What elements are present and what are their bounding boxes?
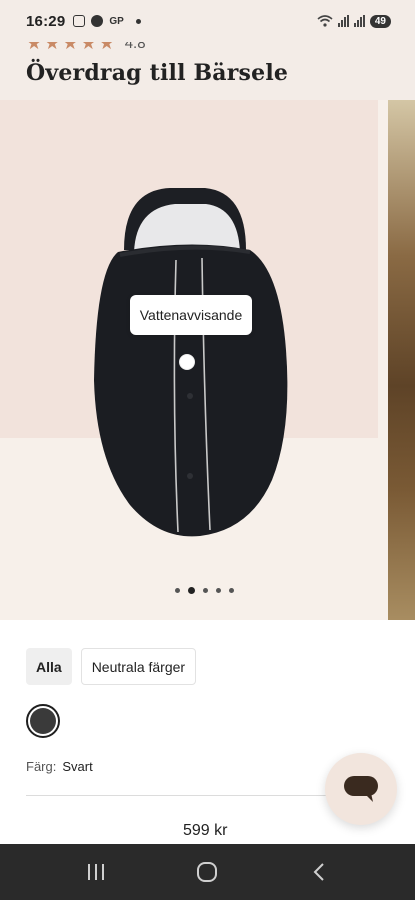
status-right: 49 — [317, 14, 391, 28]
color-label: Färg: — [26, 759, 57, 774]
home-icon — [197, 862, 218, 882]
carousel-dot-active[interactable] — [188, 587, 195, 594]
chat-button[interactable] — [325, 753, 397, 825]
back-button[interactable] — [299, 852, 339, 892]
color-swatch-selected[interactable] — [26, 704, 60, 738]
carrier-label: GP — [109, 15, 124, 27]
battery-indicator: 49 — [369, 14, 391, 28]
status-bar: 16:29 GP 49 — [0, 0, 415, 42]
product-price: 599 kr — [183, 822, 228, 839]
product-title: Överdrag till Bärsele — [26, 60, 289, 86]
color-row: Färg: Svart — [26, 759, 93, 774]
recent-apps-icon — [87, 864, 104, 880]
back-chevron-icon — [313, 863, 324, 881]
system-nav-bar — [0, 844, 415, 900]
status-icons: GP — [73, 15, 141, 27]
filter-chip-all[interactable]: Alla — [26, 648, 72, 685]
hotspot-dot[interactable] — [179, 354, 195, 370]
carousel-dot[interactable] — [203, 588, 208, 593]
signal-icon — [337, 15, 349, 27]
color-swatch-black — [30, 708, 56, 734]
hotspot-label: Vattenavvisande — [130, 295, 252, 335]
carousel-dots — [175, 587, 234, 594]
image-carousel[interactable]: Vattenavvisande — [0, 100, 415, 620]
notification-dot-icon — [135, 18, 141, 24]
divider — [26, 795, 346, 796]
carousel-dot[interactable] — [216, 588, 221, 593]
carousel-dot[interactable] — [229, 588, 234, 593]
screenshot-icon — [73, 15, 86, 27]
wifi-icon — [317, 15, 333, 27]
next-slide-preview[interactable] — [388, 100, 415, 620]
signal-icon-2 — [353, 15, 365, 27]
filter-chip-neutral[interactable]: Neutrala färger — [80, 648, 197, 685]
home-button[interactable] — [187, 852, 227, 892]
carousel-dot[interactable] — [175, 588, 180, 593]
color-value: Svart — [62, 759, 93, 774]
account-icon — [91, 15, 104, 27]
color-filter-chips: Alla Neutrala färger — [26, 648, 197, 685]
chat-bubble-icon — [344, 776, 378, 802]
status-time: 16:29 — [26, 12, 66, 30]
recent-apps-button[interactable] — [76, 852, 116, 892]
